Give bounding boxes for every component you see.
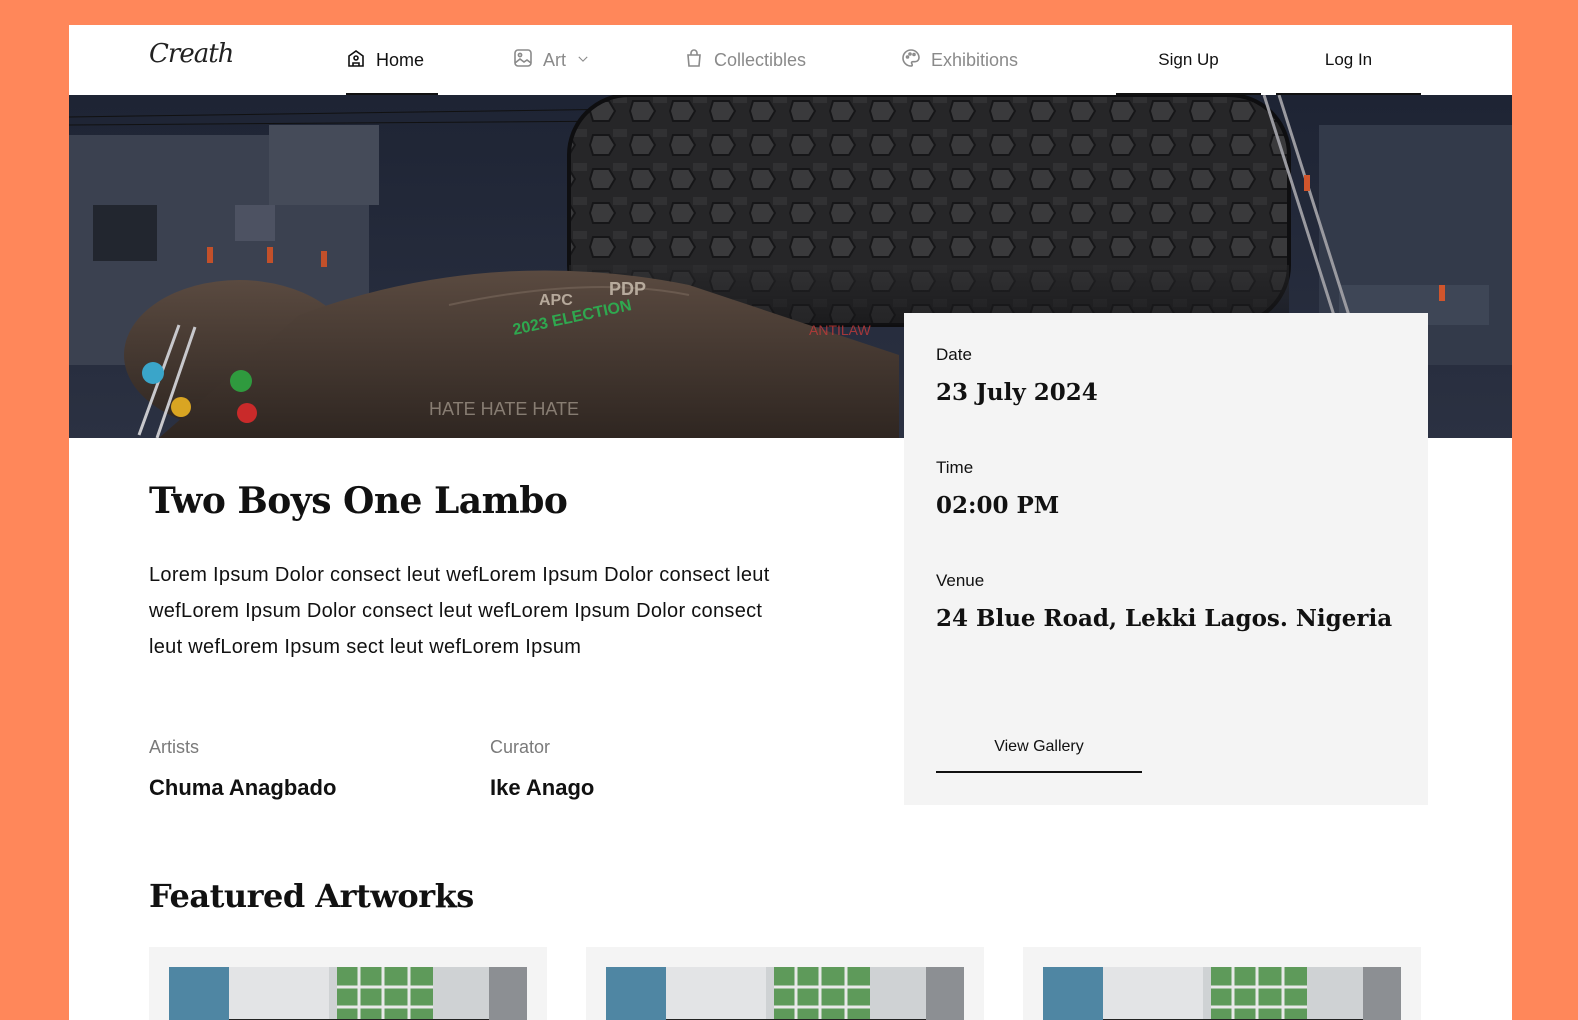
- artwork-card[interactable]: [1023, 947, 1421, 1020]
- sign-up-button[interactable]: Sign Up: [1116, 25, 1261, 95]
- artwork-card[interactable]: [149, 947, 547, 1020]
- nav-item-exhibitions[interactable]: Exhibitions: [901, 25, 1018, 95]
- venue-label: Venue: [936, 571, 985, 590]
- svg-text:PDP: PDP: [609, 279, 646, 299]
- nav-item-label: Collectibles: [714, 49, 807, 70]
- artists-label: Artists: [149, 737, 200, 757]
- time-value: 02:00 PM: [936, 492, 1060, 519]
- date-value: 23 July 2024: [936, 379, 1098, 406]
- nav-item-label: Exhibitions: [931, 49, 1019, 70]
- time-label: Time: [936, 458, 974, 477]
- palette-icon: [901, 48, 921, 73]
- venue-value: 24 Blue Road, Lekki Lagos. Nigeria: [936, 605, 1393, 632]
- nav-item-label: Art: [543, 49, 567, 70]
- curator-label: Curator: [490, 737, 551, 757]
- artwork-thumbnail[interactable]: [606, 967, 964, 1020]
- svg-text:HATE HATE HATE: HATE HATE HATE: [429, 399, 579, 419]
- artwork-thumbnail[interactable]: [1043, 967, 1401, 1020]
- svg-text:APC: APC: [539, 292, 573, 309]
- gallery-home-icon: [346, 48, 366, 73]
- nav-item-art[interactable]: Art: [513, 25, 590, 95]
- log-in-button[interactable]: Log In: [1276, 25, 1421, 95]
- artwork-thumbnail[interactable]: [169, 967, 527, 1020]
- curator-value[interactable]: Ike Anago: [490, 775, 594, 801]
- featured-artworks-heading: Featured Artworks: [149, 877, 474, 915]
- exhibition-description: Lorem Ipsum Dolor consect leut wefLorem …: [149, 564, 770, 658]
- view-gallery-button[interactable]: View Gallery: [936, 723, 1142, 773]
- artwork-card[interactable]: [586, 947, 984, 1020]
- event-details-card: Date 23 July 2024 Time 02:00 PM Venue 24…: [904, 313, 1428, 805]
- chevron-down-icon: [576, 50, 590, 71]
- top-navbar: Creath Home Art Collectibles Exhibitions…: [69, 25, 1512, 95]
- artists-value[interactable]: Chuma Anagbado: [149, 775, 336, 801]
- page-container: Creath Home Art Collectibles Exhibitions…: [69, 25, 1512, 1020]
- exhibition-title: Two Boys One Lambo: [149, 480, 568, 522]
- date-label: Date: [936, 345, 972, 364]
- shopping-bag-icon: [684, 48, 704, 73]
- nav-item-label: Home: [376, 49, 425, 70]
- nav-item-home[interactable]: Home: [346, 25, 438, 95]
- brand-logo[interactable]: Creath: [149, 39, 234, 69]
- svg-text:ANTILAW: ANTILAW: [809, 322, 871, 338]
- nav-item-collectibles[interactable]: Collectibles: [684, 25, 806, 95]
- image-icon: [513, 48, 533, 73]
